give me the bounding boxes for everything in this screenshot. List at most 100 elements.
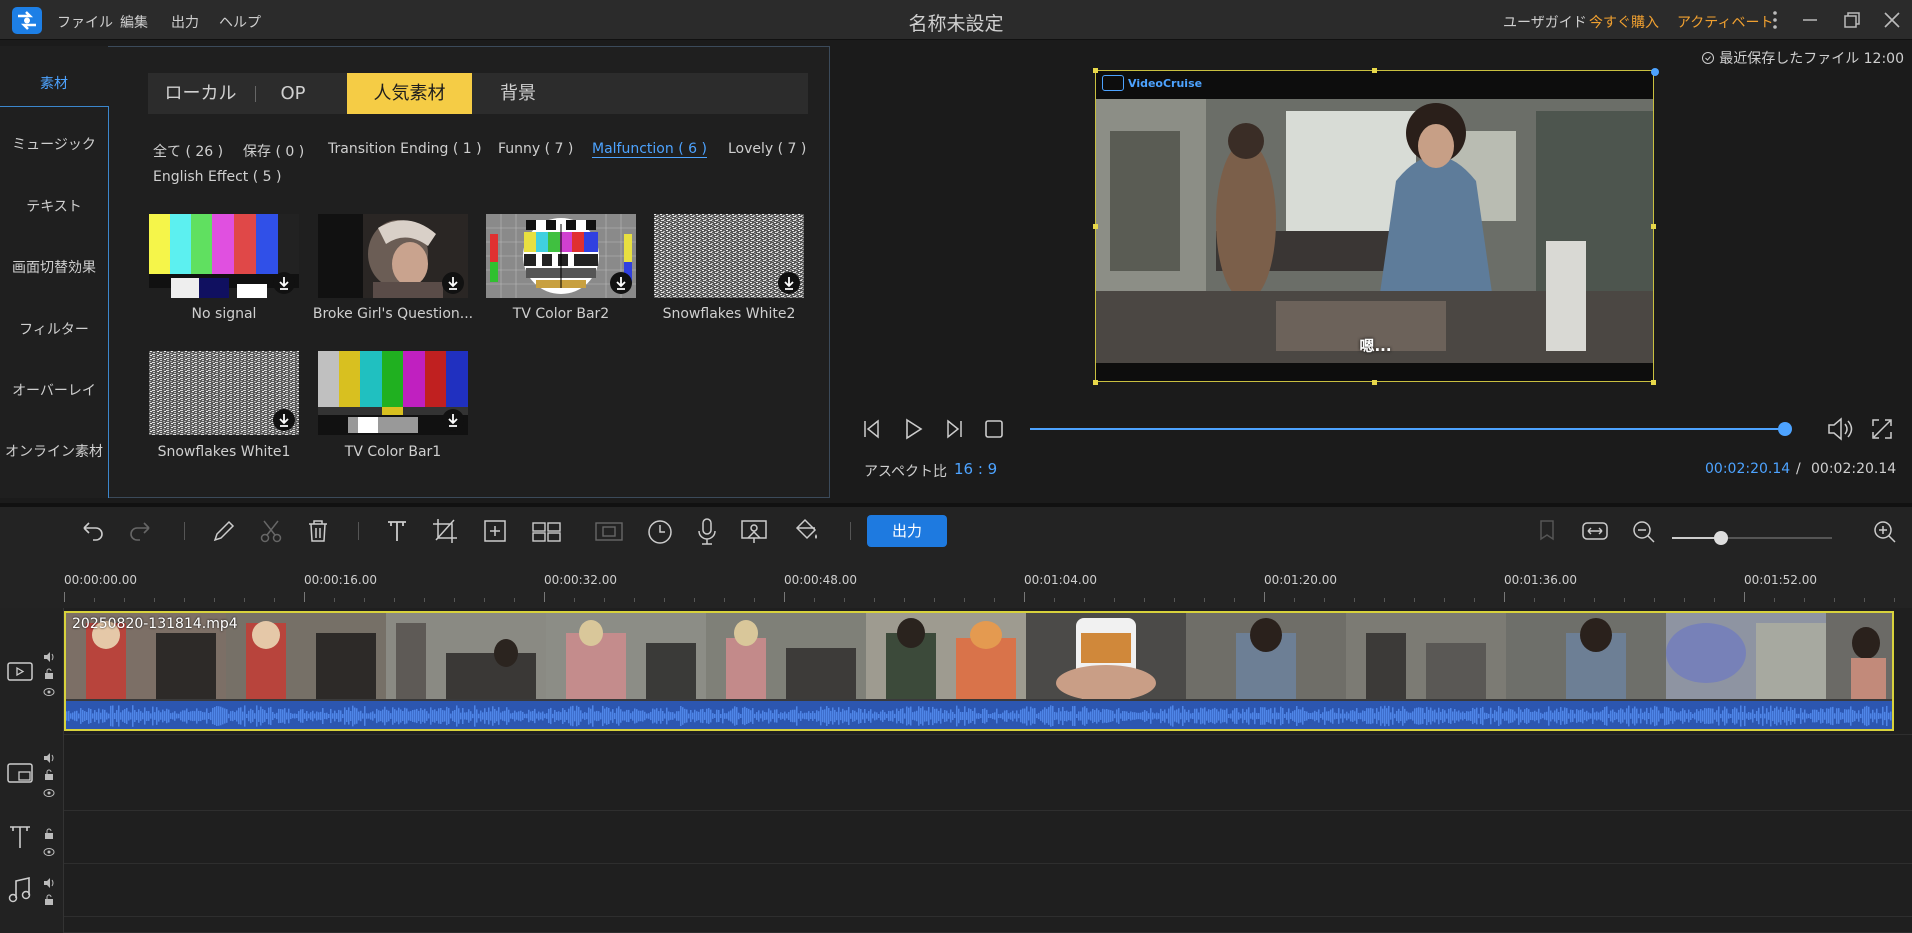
material-thumb-snowflakes-white1[interactable] — [149, 351, 299, 435]
marker-icon[interactable] — [1532, 516, 1562, 546]
nav-overlay[interactable]: オーバーレイ — [0, 380, 108, 400]
seek-bar[interactable] — [1030, 428, 1786, 430]
delete-icon[interactable] — [303, 516, 333, 546]
filter-malfunction[interactable]: Malfunction ( 6 ) — [592, 141, 707, 158]
waveform-bar — [1458, 710, 1460, 722]
restore-icon[interactable] — [1840, 8, 1864, 32]
download-icon[interactable] — [778, 272, 800, 294]
volume-icon[interactable] — [1826, 416, 1854, 446]
cut-icon[interactable] — [256, 516, 286, 546]
menu-help[interactable]: ヘルプ — [219, 12, 261, 32]
buy-now-link[interactable]: 今すぐ購入 — [1589, 12, 1659, 32]
resize-handle[interactable] — [1093, 224, 1098, 229]
filter-english-effect[interactable]: English Effect ( 5 ) — [153, 169, 281, 185]
close-icon[interactable] — [1880, 8, 1904, 32]
app-logo-icon[interactable] — [12, 7, 42, 34]
stop-icon[interactable] — [984, 419, 1004, 443]
ruler-minor-tick — [154, 598, 155, 602]
resize-handle[interactable] — [1093, 68, 1098, 73]
visibility-icon[interactable] — [43, 682, 55, 701]
tab-op[interactable]: OP — [258, 73, 328, 114]
menu-file[interactable]: ファイル — [57, 12, 113, 32]
rotate-handle[interactable] — [1651, 68, 1659, 76]
filter-saved[interactable]: 保存 ( 0 ) — [243, 141, 304, 161]
zoom-slider-handle[interactable] — [1714, 531, 1728, 545]
waveform-bar — [274, 713, 276, 719]
material-thumb-snowflakes-white2[interactable] — [654, 214, 804, 298]
seek-handle[interactable] — [1778, 422, 1792, 436]
activate-link[interactable]: アクティベート — [1677, 12, 1773, 32]
visibility-icon[interactable] — [43, 842, 55, 861]
waveform-bar — [526, 713, 528, 719]
text-tool-icon[interactable] — [382, 516, 412, 546]
play-icon[interactable] — [901, 417, 925, 445]
material-thumb-tv-color-bar2[interactable] — [486, 214, 636, 298]
download-icon[interactable] — [442, 272, 464, 294]
filter-all[interactable]: 全て ( 26 ) — [153, 141, 223, 161]
resize-handle[interactable] — [1651, 380, 1656, 385]
aspect-ratio-value[interactable]: 16 : 9 — [954, 460, 997, 478]
split-screen-icon[interactable] — [530, 516, 561, 546]
filter-funny[interactable]: Funny ( 7 ) — [498, 141, 573, 157]
waveform-bar — [1182, 705, 1184, 727]
more-options-icon[interactable] — [1763, 8, 1787, 32]
visibility-icon[interactable] — [43, 783, 55, 802]
edit-pencil-icon[interactable] — [209, 516, 239, 546]
download-icon[interactable] — [442, 409, 464, 431]
crop-icon[interactable] — [430, 516, 460, 546]
menu-export[interactable]: 出力 — [171, 12, 199, 32]
color-fill-icon[interactable] — [791, 516, 821, 546]
undo-icon[interactable] — [76, 516, 106, 546]
zoom-in-icon[interactable] — [1869, 516, 1899, 546]
tab-local[interactable]: ローカル — [148, 73, 253, 114]
minimize-icon[interactable] — [1798, 8, 1822, 32]
mosaic-icon[interactable] — [480, 516, 510, 546]
waveform-bar — [238, 707, 240, 725]
nav-music[interactable]: ミュージック — [0, 134, 108, 154]
nav-online-materials[interactable]: オンライン素材 — [0, 441, 108, 461]
waveform-bar — [1858, 710, 1860, 722]
zoom-out-icon[interactable] — [1628, 516, 1658, 546]
fullscreen-icon[interactable] — [1870, 417, 1894, 445]
waveform-bar — [892, 710, 894, 722]
resize-handle[interactable] — [1372, 68, 1377, 73]
tab-popular[interactable]: 人気素材 — [347, 73, 472, 114]
material-thumb-no-signal[interactable] — [149, 214, 299, 298]
next-frame-icon[interactable] — [942, 417, 966, 445]
video-clip[interactable]: 20250820-131814.mp4 — [64, 611, 1894, 731]
redo-icon[interactable] — [127, 516, 157, 546]
download-icon[interactable] — [273, 272, 295, 294]
filter-lovely[interactable]: Lovely ( 7 ) — [728, 141, 806, 157]
waveform-bar — [886, 713, 888, 719]
prev-frame-icon[interactable] — [860, 417, 884, 445]
resize-handle[interactable] — [1651, 224, 1656, 229]
freeze-frame-icon[interactable] — [594, 516, 624, 546]
ruler-minor-tick — [364, 598, 365, 602]
ruler-minor-tick — [1174, 598, 1175, 602]
waveform-bar — [446, 706, 448, 726]
export-button[interactable]: 出力 — [867, 515, 947, 547]
microphone-icon[interactable] — [692, 516, 722, 546]
nav-materials[interactable]: 素材 — [0, 73, 108, 93]
video-preview[interactable]: VideoCruise 嗯... — [1095, 70, 1654, 382]
user-guide-link[interactable]: ユーザガイド — [1503, 12, 1587, 32]
tab-background[interactable]: 背景 — [483, 73, 553, 114]
fit-timeline-icon[interactable] — [1580, 516, 1610, 546]
material-thumb-tv-color-bar1[interactable] — [318, 351, 468, 435]
speed-icon[interactable] — [645, 516, 675, 546]
menu-edit[interactable]: 編集 — [120, 12, 148, 32]
download-icon[interactable] — [273, 409, 295, 431]
material-thumb-broke-girl[interactable] — [318, 214, 468, 298]
screen-record-icon[interactable] — [739, 516, 769, 546]
resize-handle[interactable] — [1372, 380, 1377, 385]
resize-handle[interactable] — [1093, 380, 1098, 385]
nav-text[interactable]: テキスト — [0, 196, 108, 216]
timeline-ruler[interactable] — [0, 561, 1912, 608]
waveform-bar — [1118, 708, 1120, 724]
download-icon[interactable] — [610, 272, 632, 294]
nav-filters[interactable]: フィルター — [0, 319, 108, 339]
waveform-bar — [142, 712, 144, 720]
lock-icon[interactable] — [44, 891, 54, 910]
filter-transition-ending[interactable]: Transition Ending ( 1 ) — [328, 141, 482, 157]
nav-transitions[interactable]: 画面切替効果 — [0, 257, 108, 277]
